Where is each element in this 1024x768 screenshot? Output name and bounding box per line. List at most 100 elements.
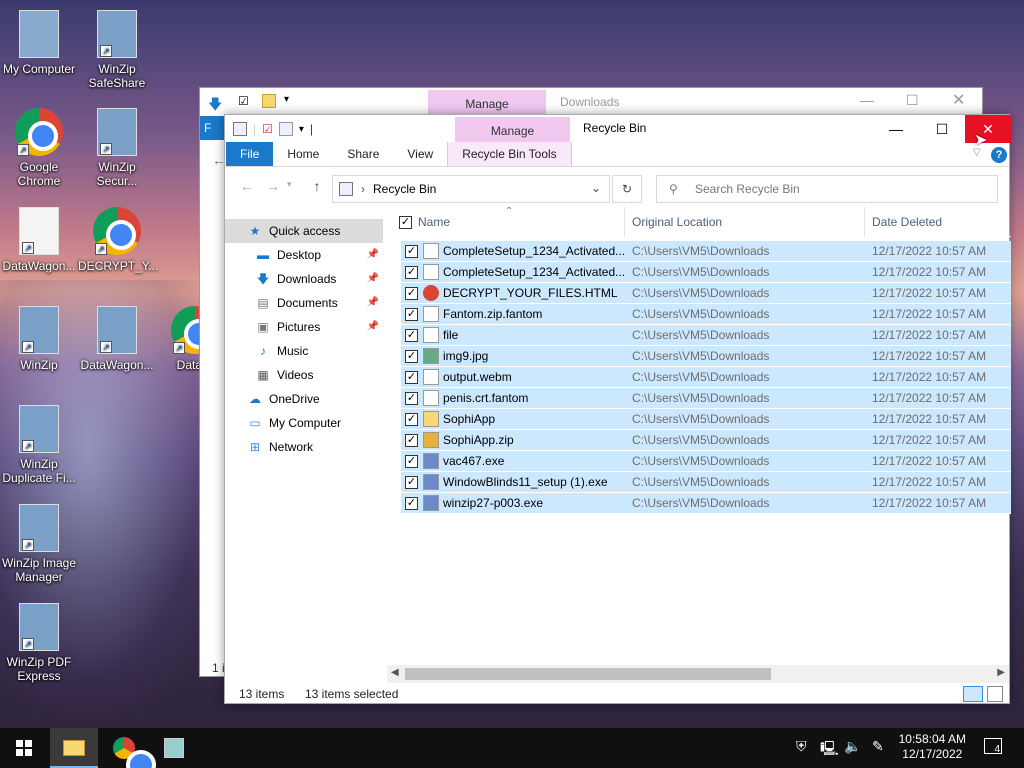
row-checkbox[interactable]: ✓ xyxy=(405,350,418,363)
security-icon[interactable]: ⛨ xyxy=(796,738,807,755)
table-row[interactable]: ✓ vac467.exe C:\Users\VM5\Downloads 12/17/2… xyxy=(401,451,1011,472)
large-icons-view-icon[interactable] xyxy=(987,686,1003,702)
back-arrow-icon[interactable]: ← xyxy=(235,178,259,194)
recycle-bin-window[interactable]: | ☑ ▾ | Manage Recycle Bin — ☐ ✕ File Ho… xyxy=(224,114,1011,704)
tab-view[interactable]: View xyxy=(393,142,447,166)
desktop-icon[interactable]: ↗ WinZip Image Manager xyxy=(0,504,78,584)
network-icon[interactable]: 🖳 xyxy=(820,738,839,762)
search-input[interactable]: ⚲ Search Recycle Bin xyxy=(656,175,998,203)
row-checkbox[interactable]: ✓ xyxy=(405,497,418,510)
folder-icon[interactable] xyxy=(262,94,276,108)
row-checkbox[interactable]: ✓ xyxy=(405,308,418,321)
table-row[interactable]: ✓ output.webm C:\Users\VM5\Downloads 12/17/… xyxy=(401,367,1011,388)
name-column-header[interactable]: ✓ Name ⌃ xyxy=(395,207,625,237)
volume-icon[interactable]: 🔈 xyxy=(844,738,861,755)
nav-item[interactable]: ▣ Pictures 📌 xyxy=(225,315,383,339)
new-folder-icon[interactable] xyxy=(278,122,293,136)
nav-item[interactable]: ☁ OneDrive xyxy=(225,387,383,411)
tab-share[interactable]: Share xyxy=(333,142,393,166)
close-button[interactable]: ✕ xyxy=(952,90,965,110)
row-checkbox[interactable]: ✓ xyxy=(405,245,418,258)
date-column-header[interactable]: Date Deleted xyxy=(866,207,1011,237)
taskbar-file-explorer[interactable] xyxy=(50,728,98,768)
nav-item[interactable]: ⊞ Network xyxy=(225,435,383,459)
desktop-icon[interactable]: ↗ Google Chrome xyxy=(0,108,78,188)
scroll-left-icon[interactable]: ◀ xyxy=(391,667,399,678)
nav-item[interactable]: ▭ My Computer xyxy=(225,411,383,435)
desktop-icon[interactable]: ↗ DECRYPT_Y... xyxy=(78,207,158,273)
desktop-icon[interactable]: ↗ WinZip Secur... xyxy=(78,108,156,188)
table-row[interactable]: ✓ SophiApp.zip C:\Users\VM5\Downloads 12/17… xyxy=(401,430,1011,451)
nav-item[interactable]: ▦ Videos xyxy=(225,363,383,387)
chevron-down-icon[interactable]: ▾ xyxy=(287,179,292,190)
desktop-icon[interactable]: ↗ WinZip PDF Express xyxy=(0,603,78,683)
taskbar-app[interactable] xyxy=(150,728,198,768)
desktop-icon[interactable]: ↗ DataWagon... xyxy=(78,306,156,372)
row-checkbox[interactable]: ✓ xyxy=(405,455,418,468)
row-checkbox[interactable]: ✓ xyxy=(405,371,418,384)
clock[interactable]: 10:58:04 AM 12/17/2022 xyxy=(899,732,966,762)
nav-item[interactable]: ♪ Music xyxy=(225,339,383,363)
manage-tab[interactable]: Manage xyxy=(428,90,546,116)
table-row[interactable]: ✓ img9.jpg C:\Users\VM5\Downloads 12/17/202… xyxy=(401,346,1011,367)
maximize-button[interactable]: ☐ xyxy=(919,115,965,143)
row-checkbox[interactable]: ✓ xyxy=(405,476,418,489)
recycle-bin-icon[interactable] xyxy=(233,122,247,136)
table-row[interactable]: ✓ DECRYPT_YOUR_FILES.HTML C:\Users\VM5\Dow… xyxy=(401,283,1011,304)
chevron-down-icon[interactable]: ▾ xyxy=(284,94,289,105)
nav-item[interactable]: ▤ Documents 📌 xyxy=(225,291,383,315)
taskbar-chrome[interactable] xyxy=(100,728,156,768)
minimize-button[interactable]: — xyxy=(873,115,919,143)
row-checkbox[interactable]: ✓ xyxy=(405,392,418,405)
nav-item[interactable]: 🡇 Downloads 📌 xyxy=(225,267,383,291)
horizontal-scrollbar[interactable]: ◀ ▶ xyxy=(387,665,1009,683)
pin-icon[interactable]: 📌 xyxy=(367,243,379,267)
nav-item[interactable]: ★ Quick access xyxy=(225,219,383,243)
scroll-right-icon[interactable]: ▶ xyxy=(997,667,1005,678)
desktop-icon[interactable]: ↗ DataWagon... xyxy=(0,207,78,273)
start-button[interactable] xyxy=(0,728,48,768)
downloads-titlebar[interactable]: 🡇 ☑ ▾ Manage Downloads — ☐ ✕ xyxy=(200,88,982,116)
select-all-checkbox[interactable]: ✓ xyxy=(399,216,412,230)
table-row[interactable]: ✓ file C:\Users\VM5\Downloads 12/17/2022 10… xyxy=(401,325,1011,346)
desktop-icon[interactable]: ↗ WinZip SafeShare xyxy=(78,10,156,90)
table-row[interactable]: ✓ Fantom.zip.fantom C:\Users\VM5\Downloads… xyxy=(401,304,1011,325)
row-checkbox[interactable]: ✓ xyxy=(405,434,418,447)
tab-home[interactable]: Home xyxy=(273,142,333,166)
pin-icon[interactable]: 📌 xyxy=(367,315,379,339)
help-icon[interactable]: ? xyxy=(991,147,1007,163)
refresh-button[interactable]: ↻ xyxy=(612,175,642,203)
notification-icon[interactable]: 4 xyxy=(984,738,1002,755)
nav-item[interactable]: ▬ Desktop 📌 xyxy=(225,243,383,267)
desktop-icon[interactable]: ↗ WinZip xyxy=(0,306,78,372)
chevron-down-icon[interactable]: ▾ xyxy=(299,124,304,135)
properties-icon[interactable]: ☑ xyxy=(238,94,249,108)
details-view-icon[interactable] xyxy=(963,686,983,702)
chevron-down-icon[interactable]: ⌄ xyxy=(591,181,601,195)
row-checkbox[interactable]: ✓ xyxy=(405,266,418,279)
table-row[interactable]: ✓ WindowBlinds11_setup (1).exe C:\Users\VM… xyxy=(401,472,1011,493)
scrollbar-thumb[interactable] xyxy=(405,668,771,680)
row-checkbox[interactable]: ✓ xyxy=(405,413,418,426)
manage-tab[interactable]: Manage xyxy=(455,117,570,143)
pen-icon[interactable]: ✎ xyxy=(872,738,884,755)
table-row[interactable]: ✓ penis.crt.fantom C:\Users\VM5\Downloads 1… xyxy=(401,388,1011,409)
desktop-icon[interactable]: ↗ WinZip Duplicate Fi... xyxy=(0,405,78,485)
address-box[interactable]: › Recycle Bin ⌄ xyxy=(332,175,610,203)
desktop-icon[interactable]: My Computer xyxy=(0,10,78,76)
location-column-header[interactable]: Original Location xyxy=(626,207,865,237)
table-row[interactable]: ✓ SophiApp C:\Users\VM5\Downloads 12/17/202… xyxy=(401,409,1011,430)
forward-arrow-icon[interactable]: → xyxy=(261,178,285,194)
row-checkbox[interactable]: ✓ xyxy=(405,329,418,342)
pin-icon[interactable]: 📌 xyxy=(367,291,379,315)
minimize-button[interactable]: — xyxy=(860,92,874,108)
properties-icon[interactable]: ☑ xyxy=(262,122,273,136)
maximize-button[interactable]: ☐ xyxy=(906,92,919,109)
tab-file[interactable]: File xyxy=(226,142,274,166)
table-row[interactable]: ✓ CompleteSetup_1234_Activated... C:\Users… xyxy=(401,262,1011,283)
table-row[interactable]: ✓ CompleteSetup_1234_Activated... C:\Users… xyxy=(401,241,1011,262)
up-arrow-icon[interactable]: ↑ xyxy=(305,178,329,194)
row-checkbox[interactable]: ✓ xyxy=(405,287,418,300)
titlebar[interactable]: | ☑ ▾ | Manage Recycle Bin — ☐ ✕ xyxy=(225,115,1011,143)
tab-recycle-bin-tools[interactable]: Recycle Bin Tools xyxy=(447,142,572,166)
